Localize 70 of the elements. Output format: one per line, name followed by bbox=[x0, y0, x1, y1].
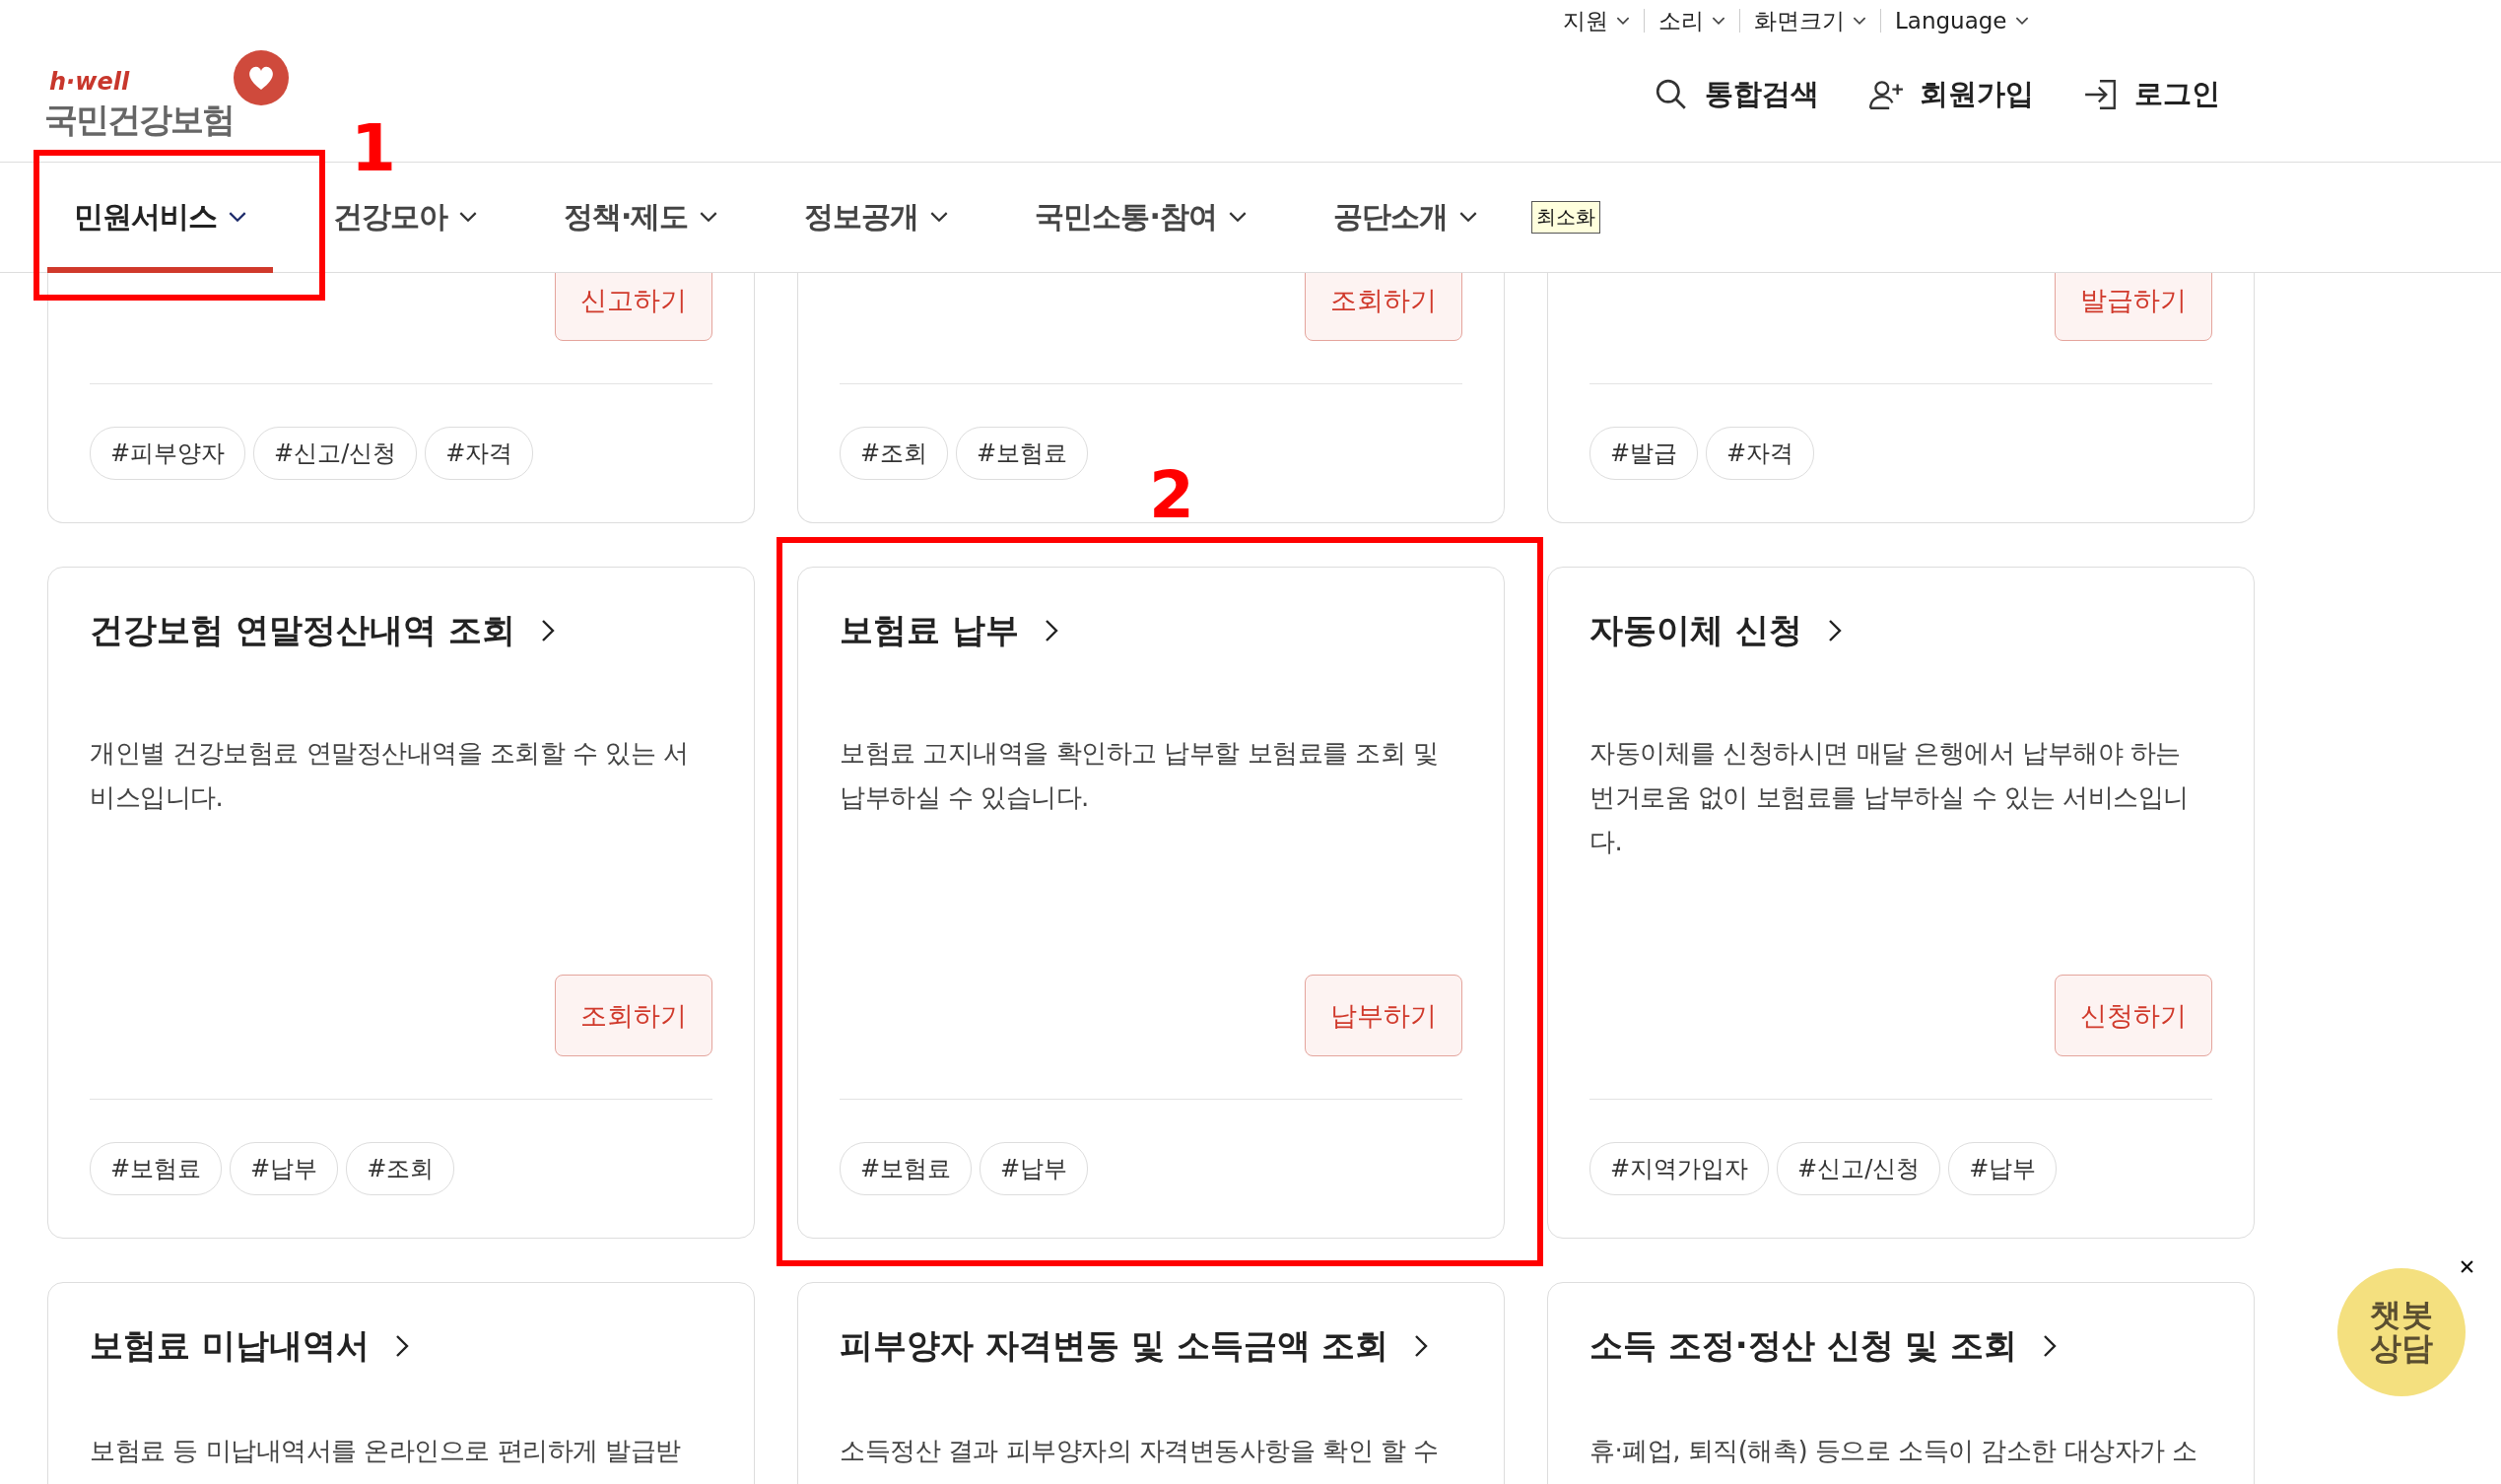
hashtag-chip[interactable]: #지역가입자 bbox=[1589, 1142, 1770, 1195]
close-icon[interactable] bbox=[2461, 1260, 2473, 1273]
hashtag-chip[interactable]: #보험료 bbox=[90, 1142, 223, 1195]
chevron-right-icon[interactable] bbox=[1414, 1334, 1429, 1358]
hashtag-chip[interactable]: #피부양자 bbox=[90, 427, 246, 480]
action-button[interactable]: 조회하기 bbox=[555, 975, 712, 1056]
caret-icon bbox=[930, 212, 949, 223]
hashtag-chip[interactable]: #자격 bbox=[1706, 427, 1815, 480]
logo-tagline: h·well bbox=[49, 68, 130, 96]
nav-tab[interactable]: 정보공개 bbox=[777, 162, 976, 273]
card-title[interactable]: 소득 조정·정산 신청 및 조회 bbox=[1589, 1323, 2018, 1369]
hashtag-chip[interactable]: #신고/신청 bbox=[1777, 1142, 1941, 1195]
chevron-right-icon[interactable] bbox=[394, 1334, 409, 1358]
caret-icon bbox=[459, 212, 477, 223]
card-title[interactable]: 피부양자 자격변동 및 소득금액 조회 bbox=[840, 1323, 1389, 1369]
hashtag-chip[interactable]: #납부 bbox=[980, 1142, 1089, 1195]
header-link[interactable]: 회원가입 bbox=[1868, 75, 2034, 114]
hashtag-chip[interactable]: #납부 bbox=[1948, 1142, 2058, 1195]
hashtag-chip[interactable]: #조회 bbox=[346, 1142, 455, 1195]
hashtag-chip[interactable]: #보험료 bbox=[840, 1142, 973, 1195]
chevron-right-icon[interactable] bbox=[1044, 619, 1058, 642]
annotation-number: 1 bbox=[351, 116, 396, 181]
nav-tab[interactable]: 공단소개 bbox=[1306, 162, 1504, 273]
card-description: 개인별 건강보험료 연말정산내역을 조회할 수 있는 서비스입니다. bbox=[90, 737, 690, 814]
hashtag-chip[interactable]: #발급 bbox=[1589, 427, 1699, 480]
card-description: 자동이체를 신청하시면 매달 은행에서 납부해야 하는 번거로움 없이 보험료를 납부하실 수 있는 서비스입니다. bbox=[1589, 737, 2190, 858]
caret-icon bbox=[1458, 212, 1477, 223]
caret-icon bbox=[1853, 16, 1866, 26]
nav-tab[interactable]: 민원서비스 bbox=[47, 162, 273, 273]
chevron-right-icon[interactable] bbox=[540, 619, 555, 642]
caret-icon bbox=[2014, 16, 2029, 26]
nav-tab[interactable]: 국민소통·참여 bbox=[1008, 162, 1273, 273]
caret-icon bbox=[1616, 16, 1630, 26]
caret-icon bbox=[1228, 212, 1247, 223]
header-link[interactable]: 로그인 bbox=[2083, 75, 2220, 114]
hashtag-chip[interactable]: #납부 bbox=[230, 1142, 339, 1195]
header-link[interactable]: 통합검색 bbox=[1654, 75, 1819, 114]
hashtag-chip[interactable]: #보험료 bbox=[956, 427, 1089, 480]
utility-menu-item[interactable]: 지원 bbox=[1549, 5, 1644, 36]
action-button[interactable]: 조회하기 bbox=[1305, 273, 1462, 341]
card-title[interactable]: 건강보험 연말정산내역 조회 bbox=[90, 608, 515, 653]
hashtag-chip[interactable]: #신고/신청 bbox=[253, 427, 418, 480]
nav-tab[interactable]: 정책·제도 bbox=[537, 162, 745, 273]
card-description: 보험료 고지내역을 확인하고 납부할 보험료를 조회 및 납부하실 수 있습니다. bbox=[840, 737, 1440, 814]
caret-icon bbox=[700, 212, 718, 223]
card-description: 휴·폐업, 퇴직(해촉) 등으로 소득이 감소한 대상자가 소 bbox=[1589, 1435, 2198, 1467]
card-title[interactable]: 보험료 미납내역서 bbox=[90, 1323, 370, 1369]
chevron-right-icon[interactable] bbox=[1827, 619, 1842, 642]
card-description: 보험료 등 미납내역서를 온라인으로 편리하게 발급받 bbox=[90, 1435, 682, 1467]
action-button[interactable]: 신청하기 bbox=[2055, 975, 2212, 1056]
action-button[interactable]: 납부하기 bbox=[1305, 975, 1462, 1056]
chevron-right-icon[interactable] bbox=[2043, 1334, 2058, 1358]
logo-name: 국민건강보험 bbox=[44, 99, 234, 141]
utility-menu-item[interactable]: 화면크기 bbox=[1740, 5, 1880, 36]
action-button[interactable]: 신고하기 bbox=[555, 273, 712, 341]
utility-menu-item[interactable]: 소리 bbox=[1645, 5, 1739, 36]
card-title[interactable]: 자동이체 신청 bbox=[1589, 608, 1802, 653]
utility-menu-item[interactable]: Language bbox=[1881, 8, 2043, 34]
add-user-icon bbox=[1868, 78, 1904, 111]
caret-icon bbox=[229, 212, 246, 223]
card-description: 소득정산 결과 피부양자의 자격변동사항을 확인 할 수 bbox=[840, 1435, 1440, 1467]
login-icon bbox=[2083, 78, 2119, 111]
caret-icon bbox=[1712, 16, 1725, 26]
minimize-button[interactable]: 최소화 bbox=[1530, 201, 1600, 234]
hashtag-chip[interactable]: #자격 bbox=[425, 427, 534, 480]
card-title[interactable]: 보험료 납부 bbox=[840, 608, 1019, 653]
annotation-number: 2 bbox=[1149, 463, 1194, 528]
hashtag-chip[interactable]: #조회 bbox=[840, 427, 949, 480]
action-button[interactable]: 발급하기 bbox=[2055, 273, 2212, 341]
chatbot-button[interactable]: 챗봇 상담 bbox=[2337, 1268, 2466, 1396]
